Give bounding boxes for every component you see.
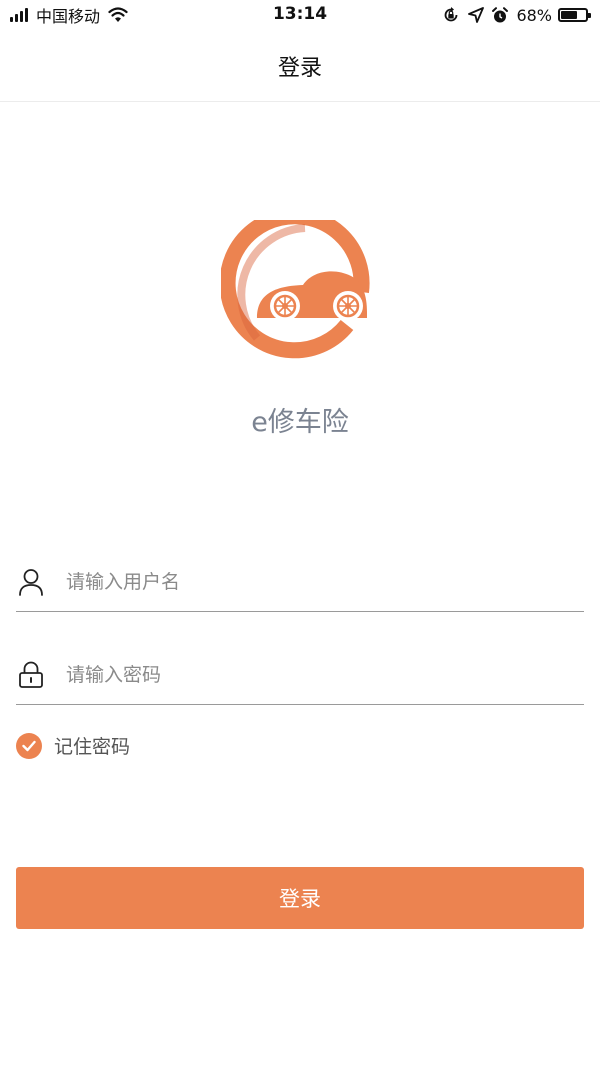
user-icon [19, 568, 43, 596]
status-right: 68% [442, 4, 591, 26]
battery-icon [558, 8, 591, 22]
username-field [16, 552, 584, 612]
status-bar: 中国移动 13:14 68% [0, 0, 600, 30]
nav-bar: 登录 [0, 30, 600, 102]
battery-fill [561, 11, 578, 19]
remember-label: 记住密码 [54, 736, 131, 758]
battery-percent: 68% [516, 5, 552, 25]
orientation-lock-icon [445, 7, 458, 22]
app-name: e修车险 [251, 407, 349, 438]
checkmark-icon [22, 740, 36, 751]
password-field [16, 645, 584, 705]
location-icon [468, 7, 485, 23]
left-wheel [270, 291, 300, 321]
alarm-icon [492, 6, 509, 22]
username-input[interactable] [66, 561, 546, 602]
page-title: 登录 [277, 55, 322, 81]
lock-icon [19, 661, 43, 688]
password-input[interactable] [66, 654, 546, 695]
login-button[interactable]: 登录 [16, 867, 584, 929]
app-logo [221, 220, 370, 359]
remember-password-toggle[interactable]: 记住密码 [16, 732, 130, 759]
right-wheel [333, 291, 363, 321]
remember-checkbox[interactable] [16, 732, 42, 759]
